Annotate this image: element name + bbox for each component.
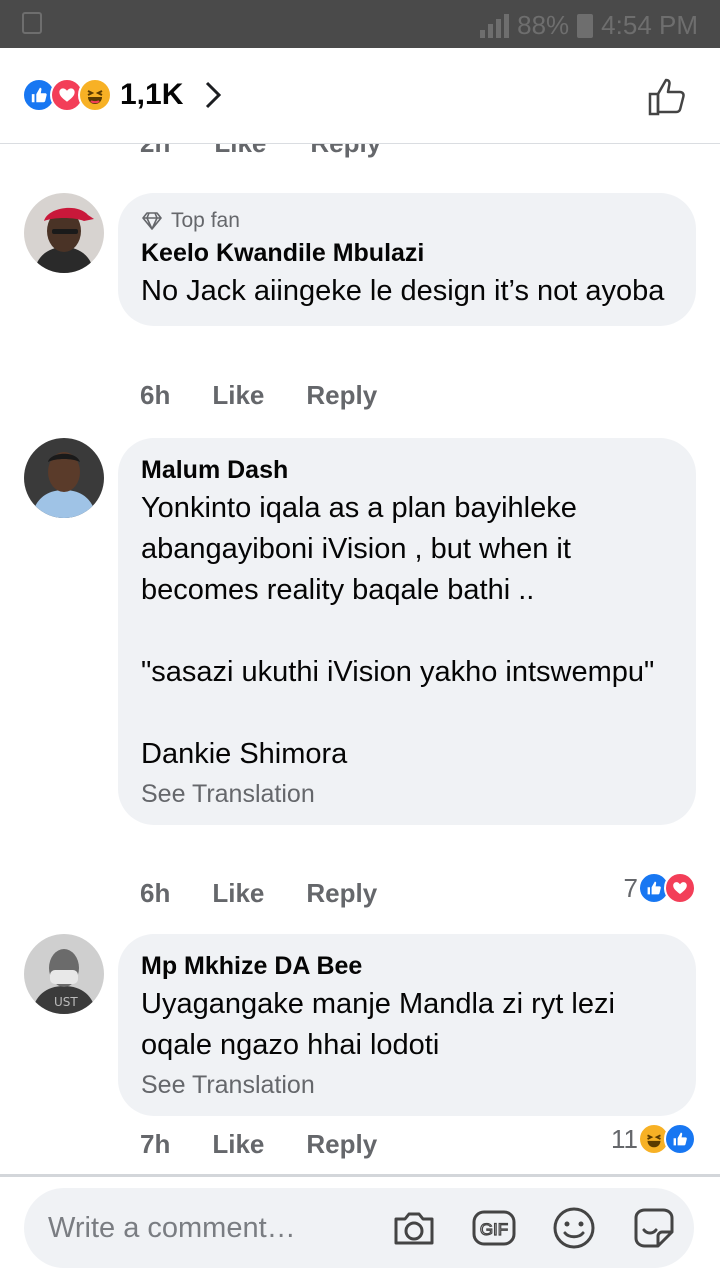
status-bar: 88% 4:54 PM xyxy=(0,0,720,48)
chevron-right-icon[interactable] xyxy=(203,80,223,110)
comment-reaction-count: 7 xyxy=(623,872,638,903)
svg-text:UST: UST xyxy=(54,995,78,1009)
sticker-icon[interactable] xyxy=(630,1204,678,1252)
reaction-count: 1,1K xyxy=(120,78,184,111)
comment-author[interactable]: Keelo Kwandile Mbulazi xyxy=(141,237,672,269)
reactions-header: 1,1K xyxy=(0,48,720,144)
comment-reactions[interactable]: 7 xyxy=(624,872,696,904)
comment-bubble: Mp Mkhize DA Bee Uyagangake manje Mandla… xyxy=(118,934,696,1116)
comment-actions: 6h Like Reply xyxy=(140,878,377,909)
top-fan-badge: Top fan xyxy=(141,209,672,233)
comment-composer: GIF xyxy=(24,1188,694,1268)
reply-action[interactable]: Reply xyxy=(306,878,377,909)
like-icon xyxy=(664,1123,696,1155)
avatar[interactable] xyxy=(24,193,104,273)
status-indicators: 88% 4:54 PM xyxy=(480,10,698,41)
gif-icon[interactable]: GIF xyxy=(470,1204,518,1252)
clock: 4:54 PM xyxy=(601,10,698,40)
like-action[interactable]: Like xyxy=(212,1129,264,1160)
battery-percent: 88% xyxy=(517,10,570,40)
notification-icon xyxy=(22,12,42,34)
comment-bubble: Malum Dash Yonkinto iqala as a plan bayi… xyxy=(118,438,696,825)
reply-action[interactable]: Reply xyxy=(306,380,377,411)
comment-reaction-count: 11 xyxy=(611,1123,638,1154)
comment-time: 7h xyxy=(140,1129,171,1159)
comment-author[interactable]: Malum Dash xyxy=(141,454,672,486)
thumbs-up-icon[interactable] xyxy=(646,74,690,118)
reactions-summary[interactable]: 1,1K xyxy=(22,78,223,112)
comment-composer-bar: GIF xyxy=(0,1174,720,1280)
comment-time: 6h xyxy=(140,380,171,410)
comments-sheet: 1,1K 2h Like Reply Top fan Keelo Kwandil… xyxy=(0,48,720,1280)
love-icon xyxy=(664,872,696,904)
haha-icon xyxy=(78,78,112,112)
like-action[interactable]: Like xyxy=(212,878,264,909)
comment-actions: 6h Like Reply xyxy=(140,380,377,411)
badge-label: Top fan xyxy=(171,209,240,232)
see-translation-link[interactable]: See Translation xyxy=(141,1068,672,1102)
comment-text: Uyagangake manje Mandla zi ryt lezi oqal… xyxy=(141,988,623,1061)
emoji-icon[interactable] xyxy=(550,1204,598,1252)
reply-action[interactable]: Reply xyxy=(306,1129,377,1160)
comment-actions: 7h Like Reply xyxy=(140,1129,377,1160)
comment-author[interactable]: Mp Mkhize DA Bee xyxy=(141,950,672,982)
comment-bubble: Top fan Keelo Kwandile Mbulazi No Jack a… xyxy=(118,193,696,326)
diamond-icon xyxy=(142,212,162,230)
signal-icon xyxy=(480,13,510,38)
comment-text: Yonkinto iqala as a plan bayihleke abang… xyxy=(141,492,655,770)
comment-input[interactable] xyxy=(48,1188,388,1268)
comment-text: No Jack aiingeke le design it’s not ayob… xyxy=(141,275,665,307)
battery-icon xyxy=(577,13,594,38)
comment-reactions[interactable]: 11 xyxy=(611,1123,696,1155)
previous-comment-actions: 2h Like Reply xyxy=(140,140,381,170)
svg-text:GIF: GIF xyxy=(480,1220,508,1239)
see-translation-link[interactable]: See Translation xyxy=(141,777,672,811)
comment-time: 6h xyxy=(140,878,171,908)
avatar[interactable] xyxy=(24,438,104,518)
avatar[interactable]: UST xyxy=(24,934,104,1014)
camera-icon[interactable] xyxy=(390,1204,438,1252)
like-action[interactable]: Like xyxy=(212,380,264,411)
